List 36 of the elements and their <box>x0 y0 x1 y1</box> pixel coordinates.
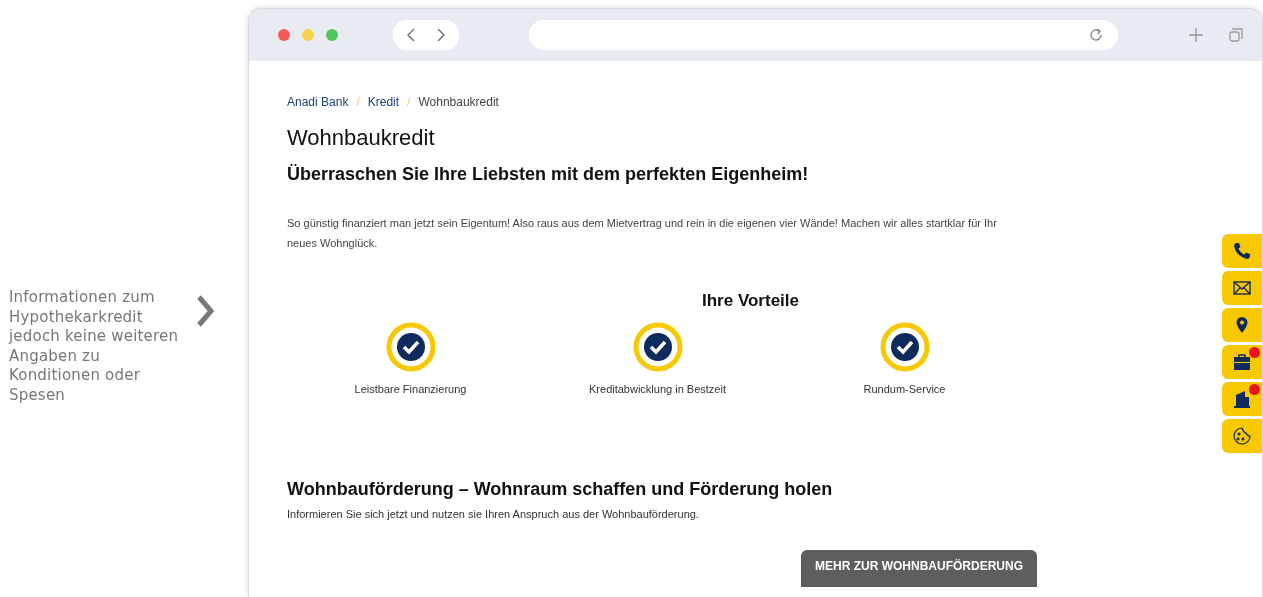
intro-paragraph: So günstig finanziert man jetzt sein Eigentum! Also raus aus dem Mietvertrag und rein in die eigenen vier Wände! Machen wir alles startklar für Ihr neues Wohnglück. <box>287 216 998 251</box>
forward-icon[interactable] <box>435 27 447 43</box>
envelope-icon <box>1232 278 1252 298</box>
check-circle-icon <box>384 321 437 373</box>
benefits-heading: Ihre Vorteile <box>701 291 800 311</box>
benefit-label: Rundum-Service <box>863 383 946 395</box>
phone-icon <box>1232 241 1252 261</box>
check-circle-icon <box>631 321 684 373</box>
side-tab-button[interactable] <box>1222 271 1262 305</box>
page-subtitle: Überraschen Sie Ihre Liebsten mit dem perfekten Eigenheim! <box>287 164 810 185</box>
address-field[interactable] <box>529 20 1118 50</box>
annotation-text: Informationen zum Hypothekarkredit jedoch keine weiteren Angaben zu Konditionen oder Spesen <box>9 288 179 405</box>
section-heading: Wohnbauförderung – Wohnraum schaffen und Förderung holen <box>287 479 834 500</box>
side-tab-button[interactable] <box>1222 419 1262 453</box>
reload-icon[interactable] <box>1088 27 1104 43</box>
back-icon[interactable] <box>405 27 417 43</box>
breadcrumb-link[interactable]: Anadi Bank <box>287 95 349 109</box>
window-controls-icon[interactable] <box>277 28 339 42</box>
page-title: Wohnbaukredit <box>287 125 436 151</box>
breadcrumb-separator: / <box>407 95 411 109</box>
side-tab-button[interactable] <box>1222 234 1262 268</box>
breadcrumb-link[interactable]: Kredit <box>367 95 400 109</box>
current-page-label: Wohnbaukredit <box>418 95 499 109</box>
benefit-label: Kreditabwicklung in Bestzeit <box>589 383 726 395</box>
building-icon <box>1232 389 1252 409</box>
section-text: Informieren Sie sich jetzt und nutzen sie Ihren Anspruch aus der Wohnbauförderung. <box>287 508 700 520</box>
benefit-label: Leistbare Finanzierung <box>354 383 467 395</box>
side-tab-button[interactable] <box>1222 308 1262 342</box>
side-tab-button[interactable] <box>1222 382 1262 416</box>
cookie-icon <box>1232 426 1252 446</box>
breadcrumb-separator: / <box>356 95 360 109</box>
chevron-icon <box>195 294 215 328</box>
briefcase-icon <box>1232 352 1252 372</box>
side-tab-button[interactable] <box>1222 345 1262 379</box>
check-circle-icon <box>878 321 931 373</box>
more-button[interactable]: MEHR ZUR WOHNBAUFÖRDERUNG <box>801 550 1037 587</box>
